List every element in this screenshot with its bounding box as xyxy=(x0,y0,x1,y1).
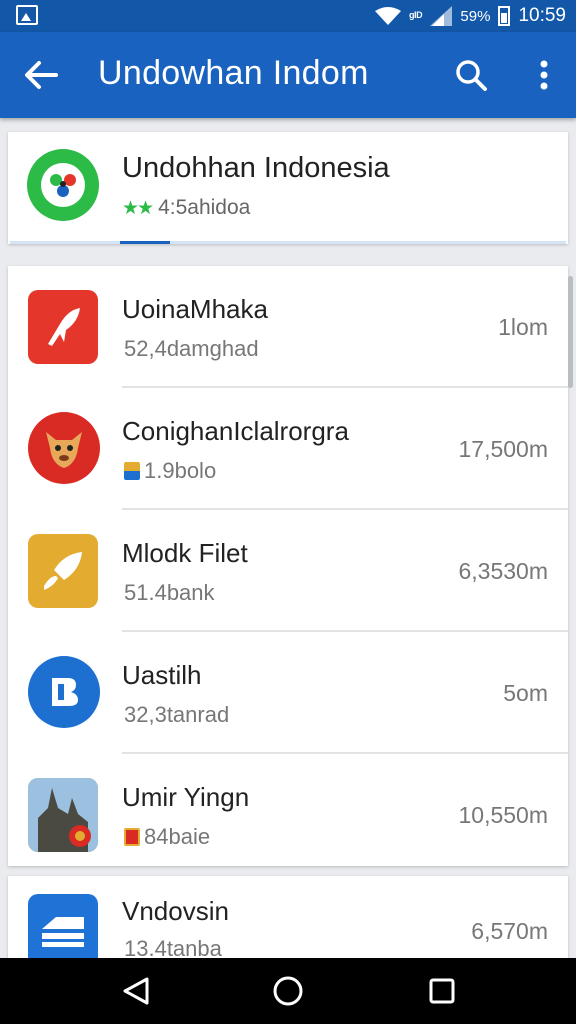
rocket-icon xyxy=(28,534,98,608)
status-bar: ᵍᴵᴰ 59% 10:59 xyxy=(0,0,576,32)
app-name: UoinaMhaka xyxy=(122,294,268,324)
app-size: 5om xyxy=(503,680,548,706)
app-size: 10,550m xyxy=(458,802,548,828)
app-subtitle: 1.9bolo xyxy=(144,458,217,483)
app-size: 17,500m xyxy=(458,436,548,462)
list-item[interactable]: Umir Yingn 84baie 10,550m xyxy=(8,754,568,876)
page-title: Undowhan Indom xyxy=(98,54,369,92)
app-size: 6,570m xyxy=(471,918,548,944)
app-subtitle: 51.4bank xyxy=(124,580,215,605)
app-subtitle-row: 84baie xyxy=(124,824,210,850)
list-item[interactable]: Mlodk Filet 51.4bank 6,3530m xyxy=(8,510,568,632)
squid-icon xyxy=(28,290,98,364)
category-badge-icon xyxy=(124,462,140,480)
status-icons: ᵍᴵᴰ 59% 10:59 xyxy=(375,0,566,32)
app-name: ConighanIclalrorgra xyxy=(122,416,349,446)
temple-icon xyxy=(28,778,98,852)
app-name: Uastilh xyxy=(122,660,202,690)
developer-subtitle: 4:5ahidoa xyxy=(158,196,251,219)
more-vert-icon xyxy=(540,60,548,90)
app-subtitle: 52,4damghad xyxy=(124,336,259,361)
scrollbar-thumb[interactable] xyxy=(568,276,573,388)
app-subtitle: 32,3tanrad xyxy=(124,702,230,727)
tab-indicator xyxy=(120,241,170,244)
app-name: Mlodk Filet xyxy=(122,538,248,568)
developer-rating: ★★ 4:5ahidoa xyxy=(122,196,250,220)
app-name: Umir Yingn xyxy=(122,782,250,812)
signal-icon xyxy=(430,6,453,26)
system-nav-bar xyxy=(0,958,576,1024)
search-button[interactable] xyxy=(450,54,492,96)
app-name: Vndovsin xyxy=(122,896,229,926)
nav-back-button[interactable] xyxy=(116,971,156,1011)
clock: 10:59 xyxy=(518,5,566,26)
developer-name: Undohhan Indonesia xyxy=(122,152,390,184)
app-list: UoinaMhaka 52,4damghad 1lom ConighanIcla… xyxy=(8,266,568,866)
list-item[interactable]: Uastilh 32,3tanrad 5om xyxy=(8,632,568,754)
app-subtitle: 84baie xyxy=(144,824,211,849)
app-size: 6,3530m xyxy=(458,558,548,584)
b-logo-icon xyxy=(28,656,100,728)
list-item[interactable]: UoinaMhaka 52,4damghad 1lom xyxy=(8,266,568,388)
app-toolbar: Undowhan Indom xyxy=(0,32,576,118)
category-badge-icon xyxy=(124,828,140,846)
circle-home-icon xyxy=(273,976,303,1006)
developer-header-card[interactable]: Undohhan Indonesia ★★ 4:5ahidoa xyxy=(8,132,568,244)
battery-icon xyxy=(498,6,511,26)
developer-logo-icon xyxy=(27,149,99,221)
arrow-back-icon xyxy=(25,61,58,89)
triangle-back-icon xyxy=(123,977,149,1005)
app-subtitle-row: 1.9bolo xyxy=(124,458,216,484)
overflow-menu-button[interactable] xyxy=(524,54,564,96)
star-rating-icon: ★★ xyxy=(122,197,154,219)
kangaroo-icon xyxy=(28,412,100,484)
nav-recents-button[interactable] xyxy=(422,971,462,1011)
tab-track xyxy=(10,241,566,244)
carrier-label: ᵍᴵᴰ xyxy=(409,8,423,24)
app-size: 1lom xyxy=(498,314,548,340)
search-icon xyxy=(456,60,487,91)
wifi-icon xyxy=(375,7,402,25)
image-notification-icon xyxy=(16,5,38,25)
nav-home-button[interactable] xyxy=(268,971,308,1011)
list-item[interactable]: ConighanIclalrorgra 1.9bolo 17,500m xyxy=(8,388,568,510)
sofa-icon xyxy=(28,894,98,968)
square-recents-icon xyxy=(429,978,455,1004)
back-button[interactable] xyxy=(20,54,62,96)
battery-percent: 59% xyxy=(460,7,491,25)
